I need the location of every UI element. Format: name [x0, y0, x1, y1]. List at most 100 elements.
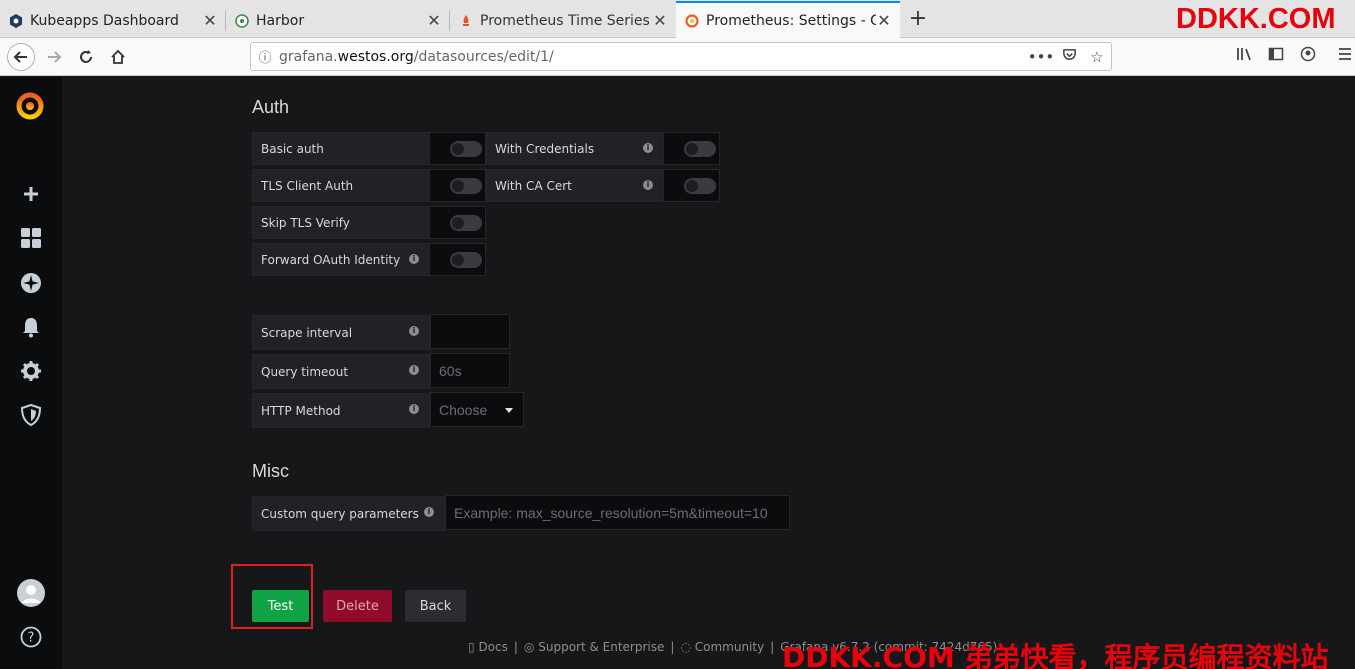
watermark-top: DDKK.COM [1176, 3, 1336, 35]
dashboards-icon[interactable] [0, 220, 62, 256]
http-method-label: HTTP Method i [252, 393, 430, 428]
alerting-bell-icon[interactable] [0, 309, 62, 345]
info-icon[interactable]: i [409, 254, 419, 264]
tab-prometheus[interactable]: Prometheus Time Series C ✕ [450, 3, 676, 38]
forward-oauth-switch-box [429, 243, 486, 276]
delete-button[interactable]: Delete [323, 590, 392, 622]
basic-auth-label: Basic auth [252, 132, 430, 165]
info-icon[interactable]: i [409, 404, 419, 414]
scrape-interval-input[interactable] [430, 314, 510, 349]
footer-divider: | [770, 640, 775, 654]
forward-oauth-toggle[interactable] [450, 252, 482, 268]
tls-client-auth-switch-box [429, 169, 486, 202]
back-button[interactable] [7, 43, 35, 71]
tab-kubeapps[interactable]: Kubeapps Dashboard ✕ [0, 3, 226, 38]
account-icon[interactable] [1300, 46, 1316, 66]
tab-title: Prometheus: Settings - G [706, 12, 876, 29]
explore-compass-icon[interactable] [0, 265, 62, 301]
test-button[interactable]: Test [252, 590, 309, 622]
library-icon[interactable] [1236, 46, 1252, 66]
info-icon[interactable]: ⓘ [251, 47, 279, 66]
document-icon: ▯ [468, 640, 475, 654]
tab-harbor[interactable]: Harbor ✕ [226, 3, 450, 38]
custom-query-label: Custom query parameters i [252, 496, 445, 531]
arrow-left-icon [13, 51, 27, 63]
skip-tls-verify-toggle[interactable] [450, 215, 482, 231]
query-timeout-input[interactable]: 60s [430, 353, 510, 388]
skip-tls-verify-switch-box [429, 206, 486, 239]
close-icon[interactable]: ✕ [876, 11, 892, 30]
tab-title: Kubeapps Dashboard [30, 12, 179, 29]
url-bar[interactable]: ⓘ grafana.westos.org/datasources/edit/1/… [250, 42, 1112, 71]
support-link[interactable]: ◎ Support & Enterprise [524, 640, 664, 654]
scrape-interval-label: Scrape interval i [252, 315, 430, 350]
help-icon[interactable]: ? [0, 619, 62, 655]
with-credentials-switch-box [663, 132, 720, 165]
basic-auth-toggle[interactable] [450, 141, 482, 157]
info-icon[interactable]: i [409, 365, 419, 375]
close-icon[interactable]: ✕ [202, 11, 218, 30]
grafana-logo-icon[interactable] [14, 89, 46, 121]
svg-text:?: ? [28, 631, 35, 646]
browser-tabbar: Kubeapps Dashboard ✕ Harbor ✕ Prometheus… [0, 0, 1355, 38]
community-link[interactable]: ◌ Community [680, 640, 764, 654]
http-method-value: Choose [439, 401, 488, 418]
more-actions-icon[interactable]: ••• [1027, 48, 1055, 66]
kubeapps-icon [8, 13, 24, 29]
tls-client-auth-toggle[interactable] [450, 178, 482, 194]
footer-divider: | [513, 640, 518, 654]
with-ca-cert-toggle[interactable] [684, 178, 716, 194]
user-avatar[interactable] [0, 575, 62, 611]
reload-button[interactable] [72, 43, 100, 71]
grafana-icon [684, 13, 700, 29]
docs-link[interactable]: ▯ Docs [468, 640, 508, 654]
close-icon[interactable]: ✕ [426, 11, 442, 30]
menu-icon[interactable] [1338, 46, 1352, 66]
reload-icon [80, 50, 92, 63]
http-method-select[interactable]: Choose [430, 392, 524, 427]
skip-tls-verify-label: Skip TLS Verify [252, 206, 430, 239]
close-icon[interactable]: ✕ [652, 11, 668, 30]
grafana-sidebar: ? [0, 77, 62, 669]
browser-navbar: ⓘ grafana.westos.org/datasources/edit/1/… [0, 38, 1355, 76]
tab-title: Harbor [256, 12, 305, 29]
url-text: grafana.westos.org/datasources/edit/1/ [279, 48, 554, 65]
bookmark-star-icon[interactable]: ☆ [1083, 48, 1111, 66]
basic-auth-switch-box [429, 132, 486, 165]
configuration-gear-icon[interactable] [0, 353, 62, 389]
harbor-icon [234, 13, 250, 29]
new-tab-button[interactable]: + [906, 6, 930, 32]
info-icon[interactable]: i [643, 143, 653, 153]
tab-title: Prometheus Time Series C [480, 12, 652, 29]
caret-down-icon [505, 408, 513, 413]
tls-client-auth-label: TLS Client Auth [252, 169, 430, 202]
pocket-icon[interactable] [1055, 47, 1083, 66]
watermark-bottom: DDKK.COM 弟弟快看，程序员编程资料站 [782, 641, 1329, 669]
with-ca-cert-switch-box [663, 169, 720, 202]
server-admin-shield-icon[interactable] [0, 397, 62, 433]
tab-grafana-settings[interactable]: Prometheus: Settings - G ✕ [676, 1, 900, 38]
forward-button[interactable] [40, 43, 68, 71]
misc-section-title: Misc [252, 461, 289, 481]
query-timeout-label: Query timeout i [252, 354, 430, 389]
custom-query-input[interactable]: Example: max_source_resolution=5m&timeou… [445, 495, 790, 530]
home-button[interactable] [104, 43, 132, 71]
with-ca-cert-label: With CA Cert i [486, 169, 664, 202]
auth-section-title: Auth [252, 97, 290, 117]
back-button-grafana[interactable]: Back [405, 590, 466, 622]
support-icon: ◎ [523, 640, 535, 654]
sidebar-toggle-icon[interactable] [1268, 46, 1284, 66]
home-icon [111, 49, 125, 64]
prometheus-icon [458, 13, 474, 29]
with-credentials-label: With Credentials i [486, 132, 664, 165]
footer-divider: | [670, 640, 675, 654]
arrow-right-icon [48, 51, 62, 63]
info-icon[interactable]: i [643, 180, 653, 190]
create-plus-icon[interactable] [0, 176, 62, 212]
forward-oauth-label: Forward OAuth Identity i [252, 243, 430, 276]
info-icon[interactable]: i [409, 326, 419, 336]
comment-icon: ◌ [680, 640, 691, 654]
info-icon[interactable]: i [424, 507, 434, 517]
datasource-settings-page: Auth Basic auth With Credentials i TLS C… [62, 77, 1355, 669]
with-credentials-toggle[interactable] [684, 141, 716, 157]
